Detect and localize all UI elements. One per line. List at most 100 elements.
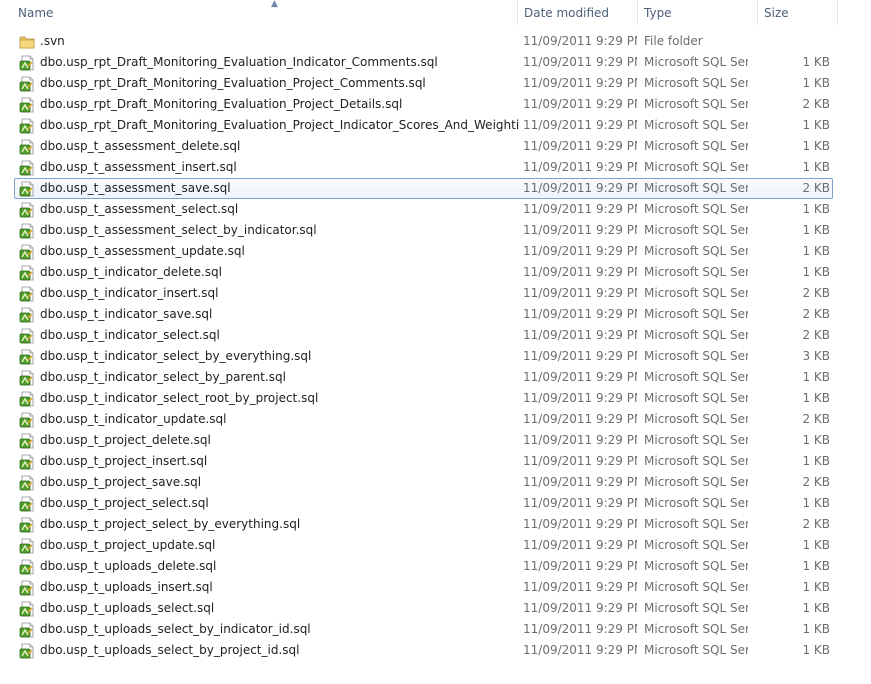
file-date-modified: 11/09/2011 9:29 PM	[523, 118, 637, 132]
file-type: File folder	[644, 34, 703, 48]
file-name: dbo.usp_t_assessment_insert.sql	[40, 160, 237, 174]
file-name: dbo.usp_t_assessment_select.sql	[40, 202, 239, 216]
file-type: Microsoft SQL Ser...	[644, 475, 748, 489]
file-date-modified: 11/09/2011 9:29 PM	[523, 328, 637, 342]
sql-file-icon	[19, 622, 35, 638]
file-name: dbo.usp_t_indicator_delete.sql	[40, 265, 223, 279]
file-size: 1 KB	[802, 370, 830, 384]
column-header-type[interactable]: Type	[638, 0, 758, 25]
sql-file-icon	[19, 517, 35, 533]
file-row[interactable]: dbo.usp_t_indicator_select.sql 11/09/2011…	[14, 325, 833, 346]
column-header-size[interactable]: Size	[758, 0, 838, 25]
file-row[interactable]: dbo.usp_t_assessment_delete.sql 11/09/201…	[14, 136, 833, 157]
file-type: Microsoft SQL Ser...	[644, 118, 748, 132]
file-date-modified: 11/09/2011 9:29 PM	[523, 370, 637, 384]
file-date-modified: 11/09/2011 9:29 PM	[523, 244, 637, 258]
file-row[interactable]: dbo.usp_t_assessment_update.sql 11/09/201…	[14, 241, 833, 262]
file-name: dbo.usp_t_project_select.sql	[40, 496, 209, 510]
file-row[interactable]: dbo.usp_t_assessment_save.sql 11/09/2011 …	[14, 178, 833, 199]
file-name: dbo.usp_rpt_Draft_Monitoring_Evaluation_…	[40, 55, 438, 69]
file-date-modified: 11/09/2011 9:29 PM	[523, 517, 637, 531]
file-row[interactable]: dbo.usp_t_assessment_select_by_indicator…	[14, 220, 833, 241]
file-row[interactable]: dbo.usp_t_indicator_delete.sql 11/09/2011…	[14, 262, 833, 283]
file-type: Microsoft SQL Ser...	[644, 454, 748, 468]
file-size: 1 KB	[802, 538, 830, 552]
file-date-modified: 11/09/2011 9:29 PM	[523, 181, 637, 195]
file-name: dbo.usp_t_uploads_delete.sql	[40, 559, 217, 573]
file-row[interactable]: dbo.usp_t_project_update.sql 11/09/2011 9…	[14, 535, 833, 556]
file-name: dbo.usp_t_indicator_update.sql	[40, 412, 227, 426]
column-header-date-modified[interactable]: Date modified	[518, 0, 638, 25]
file-date-modified: 11/09/2011 9:29 PM	[523, 76, 637, 90]
file-name: dbo.usp_t_assessment_select_by_indicator…	[40, 223, 317, 237]
file-row[interactable]: .svn 11/09/2011 9:29 PM File folder	[14, 31, 833, 52]
file-size: 1 KB	[802, 496, 830, 510]
file-row[interactable]: dbo.usp_t_project_select_by_everything.s…	[14, 514, 833, 535]
column-header-bar: Name ▲ Date modified Type Size	[0, 0, 871, 25]
file-row[interactable]: dbo.usp_t_indicator_save.sql 11/09/2011 9…	[14, 304, 833, 325]
file-row[interactable]: dbo.usp_rpt_Draft_Monitoring_Evaluation_…	[14, 115, 833, 136]
file-type: Microsoft SQL Ser...	[644, 202, 748, 216]
file-row[interactable]: dbo.usp_rpt_Draft_Monitoring_Evaluation_…	[14, 73, 833, 94]
file-row[interactable]: dbo.usp_t_uploads_select_by_indicator_id…	[14, 619, 833, 640]
sql-file-icon	[19, 391, 35, 407]
file-size: 1 KB	[802, 559, 830, 573]
file-row[interactable]: dbo.usp_rpt_Draft_Monitoring_Evaluation_…	[14, 94, 833, 115]
file-date-modified: 11/09/2011 9:29 PM	[523, 622, 637, 636]
sql-file-icon	[19, 496, 35, 512]
file-row[interactable]: dbo.usp_t_project_select.sql 11/09/2011 9…	[14, 493, 833, 514]
file-size: 2 KB	[802, 328, 830, 342]
file-type: Microsoft SQL Ser...	[644, 370, 748, 384]
file-name: dbo.usp_rpt_Draft_Monitoring_Evaluation_…	[40, 118, 520, 132]
file-row[interactable]: dbo.usp_t_assessment_select.sql 11/09/201…	[14, 199, 833, 220]
file-name: dbo.usp_t_uploads_select_by_indicator_id…	[40, 622, 311, 636]
file-date-modified: 11/09/2011 9:29 PM	[523, 391, 637, 405]
file-type: Microsoft SQL Ser...	[644, 622, 748, 636]
file-type: Microsoft SQL Ser...	[644, 265, 748, 279]
file-size: 1 KB	[802, 160, 830, 174]
file-date-modified: 11/09/2011 9:29 PM	[523, 601, 637, 615]
file-date-modified: 11/09/2011 9:29 PM	[523, 349, 637, 363]
file-type: Microsoft SQL Ser...	[644, 643, 748, 657]
file-date-modified: 11/09/2011 9:29 PM	[523, 454, 637, 468]
file-row[interactable]: dbo.usp_t_assessment_insert.sql 11/09/201…	[14, 157, 833, 178]
file-row[interactable]: dbo.usp_t_uploads_delete.sql 11/09/2011 9…	[14, 556, 833, 577]
file-row[interactable]: dbo.usp_t_indicator_select_root_by_proje…	[14, 388, 833, 409]
file-date-modified: 11/09/2011 9:29 PM	[523, 580, 637, 594]
file-name: dbo.usp_t_assessment_update.sql	[40, 244, 245, 258]
file-row[interactable]: dbo.usp_t_indicator_select_by_parent.sql…	[14, 367, 833, 388]
column-header-name[interactable]: Name ▲	[12, 0, 518, 25]
sql-file-icon	[19, 97, 35, 113]
file-row[interactable]: dbo.usp_t_indicator_insert.sql 11/09/2011…	[14, 283, 833, 304]
file-row[interactable]: dbo.usp_t_uploads_select.sql 11/09/2011 9…	[14, 598, 833, 619]
file-row[interactable]: dbo.usp_t_uploads_insert.sql 11/09/2011 9…	[14, 577, 833, 598]
file-row[interactable]: dbo.usp_t_indicator_update.sql 11/09/2011…	[14, 409, 833, 430]
file-size: 1 KB	[802, 580, 830, 594]
file-type: Microsoft SQL Ser...	[644, 580, 748, 594]
file-size: 1 KB	[802, 622, 830, 636]
file-date-modified: 11/09/2011 9:29 PM	[523, 538, 637, 552]
file-size: 1 KB	[802, 223, 830, 237]
file-row[interactable]: dbo.usp_t_project_save.sql 11/09/2011 9:2…	[14, 472, 833, 493]
file-size: 1 KB	[802, 265, 830, 279]
file-row[interactable]: dbo.usp_t_project_delete.sql 11/09/2011 9…	[14, 430, 833, 451]
file-size: 2 KB	[802, 307, 830, 321]
file-row[interactable]: dbo.usp_t_project_insert.sql 11/09/2011 9…	[14, 451, 833, 472]
file-size: 2 KB	[802, 286, 830, 300]
file-type: Microsoft SQL Ser...	[644, 160, 748, 174]
file-type: Microsoft SQL Ser...	[644, 538, 748, 552]
file-size: 1 KB	[802, 55, 830, 69]
file-name: dbo.usp_t_project_select_by_everything.s…	[40, 517, 301, 531]
file-name: dbo.usp_t_assessment_save.sql	[40, 181, 231, 195]
file-type: Microsoft SQL Ser...	[644, 223, 748, 237]
file-name: dbo.usp_rpt_Draft_Monitoring_Evaluation_…	[40, 97, 403, 111]
file-type: Microsoft SQL Ser...	[644, 307, 748, 321]
sql-file-icon	[19, 181, 35, 197]
file-name: dbo.usp_t_project_save.sql	[40, 475, 202, 489]
file-date-modified: 11/09/2011 9:29 PM	[523, 34, 637, 48]
file-row[interactable]: dbo.usp_t_indicator_select_by_everything…	[14, 346, 833, 367]
file-name: dbo.usp_t_uploads_select.sql	[40, 601, 215, 615]
sql-file-icon	[19, 202, 35, 218]
file-row[interactable]: dbo.usp_rpt_Draft_Monitoring_Evaluation_…	[14, 52, 833, 73]
file-row[interactable]: dbo.usp_t_uploads_select_by_project_id.s…	[14, 640, 833, 661]
